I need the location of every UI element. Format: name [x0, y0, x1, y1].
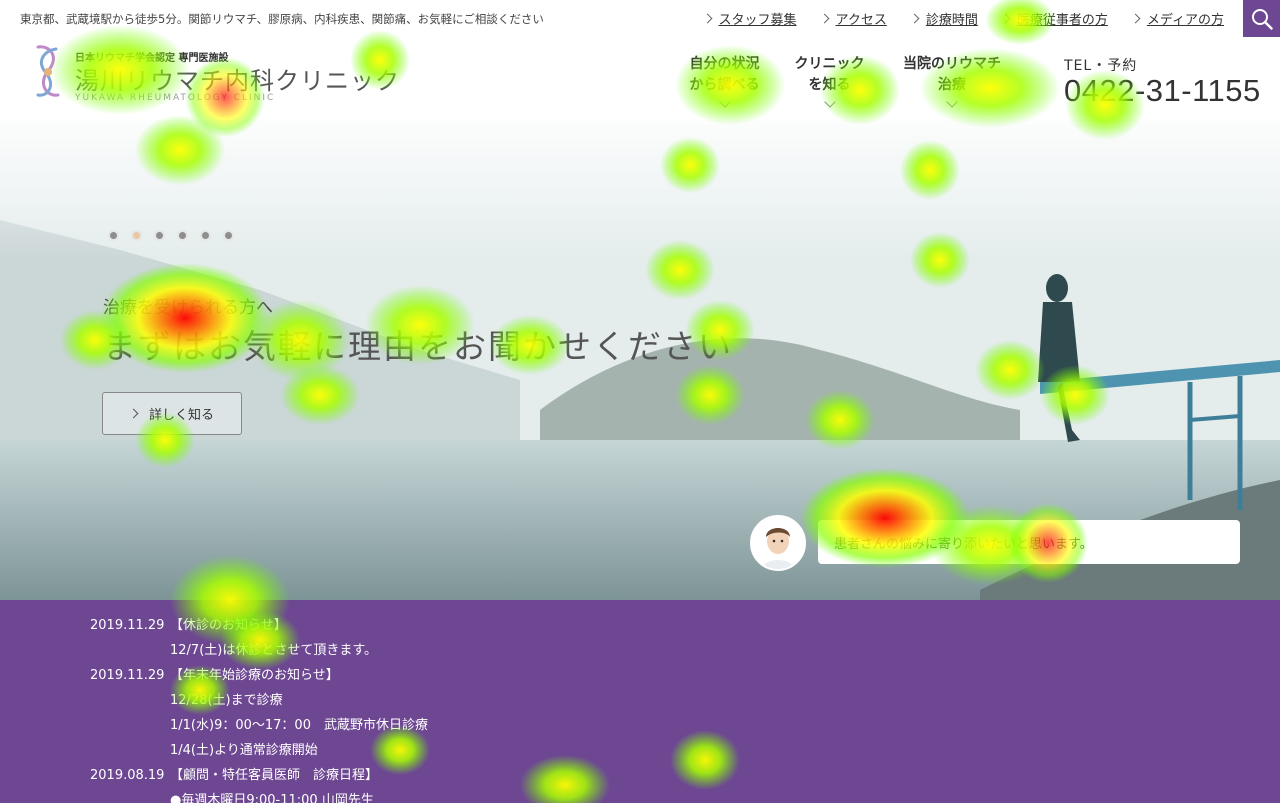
logo-mark-icon [36, 45, 60, 97]
news-date: 2019.08.19 [90, 768, 165, 783]
chevron-right-icon [1000, 13, 1011, 24]
chevron-right-icon [819, 13, 829, 24]
news-date: 2019.11.29 [90, 668, 165, 683]
hero-more-button[interactable]: 詳しく知る [102, 392, 242, 435]
slide-dot-5[interactable] [200, 230, 211, 241]
doctor-face-icon [752, 517, 804, 569]
news-line: 12/28(土)まで診療 [170, 693, 283, 708]
chevron-right-icon [128, 408, 139, 419]
slide-dot-4[interactable] [177, 230, 188, 241]
slide-dot-1[interactable] [108, 230, 119, 241]
global-nav: 自分の状況 から調べる クリニック を知る 当院のリウマチ 治療 [672, 54, 1022, 108]
chevron-down-icon [823, 96, 836, 108]
news-line: ●毎週木曜日9:00-11:00 山岡先生 [170, 793, 374, 803]
news-section: 2019.11.29 【休診のお知らせ】 12/7(土)は休診とさせて頂きます。 … [0, 600, 1280, 803]
logo-name: 湯川リウマチ内科クリニック [75, 67, 400, 95]
slide-dot-6[interactable] [223, 230, 234, 241]
slide-dot-2[interactable] [131, 230, 142, 241]
chevron-right-icon [909, 13, 920, 24]
slide-dot-3[interactable] [154, 230, 165, 241]
clinic-logo[interactable]: 日本リウマチ学会認定 専門医施設 湯川リウマチ内科クリニック YUKAWA RH… [30, 43, 399, 103]
news-date: 2019.11.29 [90, 618, 165, 633]
nav-find-by-condition[interactable]: 自分の状況 から調べる [672, 54, 777, 108]
nav-rheumatism-treatment[interactable]: 当院のリウマチ 治療 [882, 54, 1022, 108]
link-access[interactable]: アクセス [819, 9, 887, 28]
search-icon [1251, 8, 1273, 30]
nav-about-clinic[interactable]: クリニック を知る [777, 54, 882, 108]
doctor-message-bubble: 患者さんの悩みに寄り添いたいと思います。 [818, 520, 1240, 564]
news-item[interactable]: 2019.11.29 【年末年始診療のお知らせ】 [90, 664, 339, 683]
tel-block[interactable]: TEL・予約 0422-31-1155 [1064, 55, 1261, 109]
link-media[interactable]: メディアの方 [1130, 9, 1224, 28]
tel-number[interactable]: 0422-31-1155 [1064, 73, 1261, 109]
news-item[interactable]: 2019.11.29 【休診のお知らせ】 [90, 614, 287, 633]
news-line: 12/7(土)は休診とさせて頂きます。 [170, 643, 378, 658]
tel-label: TEL・予約 [1064, 58, 1138, 74]
chevron-down-icon [946, 96, 958, 108]
news-title: 【顧問・特任客員医師 診療日程】 [170, 768, 379, 783]
hero-catchcopy: まずはお気軽に理由をお聞かせください [103, 327, 733, 366]
chevron-right-icon [702, 13, 712, 24]
chevron-down-icon [718, 96, 731, 108]
utility-links: スタッフ募集 アクセス 診療時間 医療従事者の方 メディアの方 [680, 0, 1224, 37]
link-staff-recruit[interactable]: スタッフ募集 [702, 9, 797, 28]
top-bar: 東京都、武蔵境駅から徒歩5分。関節リウマチ、膠原病、内科疾患、関節痛、お気軽にご… [0, 0, 1280, 37]
slider-pagination [108, 230, 246, 241]
news-line: 1/4(土)より通常診療開始 [170, 743, 318, 758]
chevron-right-icon [1130, 13, 1141, 24]
site-header: 日本リウマチ学会認定 専門医施設 湯川リウマチ内科クリニック YUKAWA RH… [0, 37, 1280, 120]
link-medical-professionals[interactable]: 医療従事者の方 [1000, 9, 1108, 28]
news-item[interactable]: 2019.08.19 【顧問・特任客員医師 診療日程】 [90, 764, 378, 783]
hero-slider: 治療を受けられる方へ まずはお気軽に理由をお聞かせください 詳しく知る 患者さん… [0, 120, 1280, 600]
hero-lead: 治療を受けられる方へ [103, 298, 273, 318]
search-button[interactable] [1243, 0, 1280, 37]
doctor-avatar [750, 515, 806, 571]
link-hours[interactable]: 診療時間 [909, 9, 978, 28]
site-intro-text: 東京都、武蔵境駅から徒歩5分。関節リウマチ、膠原病、内科疾患、関節痛、お気軽にご… [20, 12, 544, 26]
news-line: 1/1(水)9：00〜17：00 武蔵野市休日診療 [170, 718, 428, 733]
logo-english: YUKAWA RHEUMATOLOGY CLINIC [75, 93, 276, 103]
news-title: 【休診のお知らせ】 [170, 618, 287, 633]
news-title: 【年末年始診療のお知らせ】 [170, 668, 339, 683]
